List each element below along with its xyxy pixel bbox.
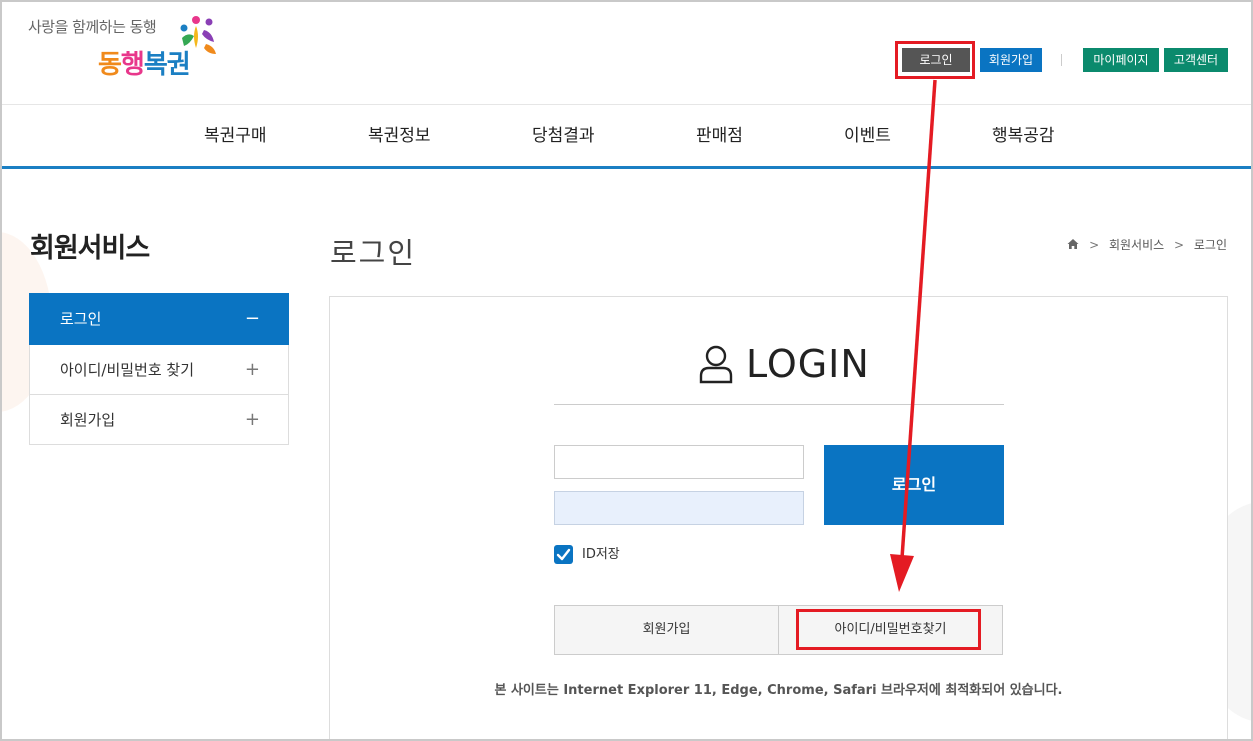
gnb-item-event[interactable]: 이벤트 bbox=[844, 105, 891, 167]
breadcrumb-separator: > bbox=[1173, 238, 1185, 252]
breadcrumb: > 회원서비스 > 로그인 bbox=[1067, 236, 1227, 253]
gnb-item-results[interactable]: 당첨결과 bbox=[532, 105, 595, 167]
page-title: 로그인 bbox=[330, 236, 417, 270]
sidebar-title: 회원서비스 bbox=[30, 233, 150, 264]
top-support-button[interactable]: 고객센터 bbox=[1164, 48, 1228, 72]
check-icon bbox=[556, 548, 571, 561]
expand-icon: + bbox=[244, 409, 260, 430]
account-actions: 회원가입 아이디/비밀번호찾기 bbox=[554, 605, 1003, 655]
find-account-button[interactable]: 아이디/비밀번호찾기 bbox=[779, 606, 1002, 654]
password-input[interactable] bbox=[554, 491, 804, 525]
save-id-checkbox[interactable] bbox=[554, 545, 573, 564]
logo-tagline: 사랑을 함께하는 동행 bbox=[28, 18, 157, 36]
gnb-item-stores[interactable]: 판매점 bbox=[696, 105, 743, 167]
login-heading: LOGIN bbox=[698, 342, 869, 390]
login-submit-button[interactable]: 로그인 bbox=[824, 445, 1004, 525]
sidebar-item-login[interactable]: 로그인 − bbox=[29, 293, 289, 345]
divider bbox=[1061, 54, 1062, 66]
collapse-icon: − bbox=[244, 308, 260, 329]
logo-brand-part: 행 bbox=[120, 50, 145, 80]
sidebar-menu: 로그인 − 아이디/비밀번호 찾기 + 회원가입 + bbox=[29, 293, 289, 445]
top-join-button[interactable]: 회원가입 bbox=[980, 48, 1042, 72]
home-icon[interactable] bbox=[1067, 238, 1079, 250]
save-id-label[interactable]: ID저장 bbox=[582, 545, 620, 564]
expand-icon: + bbox=[244, 359, 260, 380]
main-navigation: 복권구매 복권정보 당첨결과 판매점 이벤트 행복공감 bbox=[2, 105, 1251, 167]
navigation-underline bbox=[2, 166, 1251, 169]
breadcrumb-separator: > bbox=[1089, 238, 1100, 252]
logo-mark-icon bbox=[180, 16, 216, 54]
login-heading-text: LOGIN bbox=[746, 342, 870, 386]
user-icon bbox=[699, 345, 733, 384]
site-logo[interactable]: 사랑을 함께하는 동행 동행복권 bbox=[24, 14, 224, 84]
breadcrumb-item[interactable]: 회원서비스 bbox=[1109, 238, 1164, 252]
breadcrumb-item: 로그인 bbox=[1193, 238, 1227, 252]
logo-brand-part: 동 bbox=[98, 50, 122, 80]
sidebar-item-label: 로그인 bbox=[60, 310, 102, 328]
browser-frame: 사랑을 함께하는 동행 동행복권 로그인 회원가입 마이페이지 고객센터 복권구… bbox=[0, 0, 1253, 741]
id-input[interactable] bbox=[554, 445, 804, 479]
gnb-item-buy[interactable]: 복권구매 bbox=[204, 105, 267, 167]
divider bbox=[554, 404, 1004, 405]
gnb-item-happy[interactable]: 행복공감 bbox=[992, 105, 1055, 167]
top-mypage-button[interactable]: 마이페이지 bbox=[1083, 48, 1159, 72]
join-button[interactable]: 회원가입 bbox=[555, 606, 779, 654]
gnb-item-info[interactable]: 복권정보 bbox=[368, 105, 431, 167]
top-login-button[interactable]: 로그인 bbox=[902, 48, 970, 72]
sidebar-item-join[interactable]: 회원가입 + bbox=[29, 395, 289, 445]
sidebar-item-label: 아이디/비밀번호 찾기 bbox=[60, 361, 195, 379]
sidebar-item-find-account[interactable]: 아이디/비밀번호 찾기 + bbox=[29, 345, 289, 395]
sidebar-item-label: 회원가입 bbox=[60, 411, 116, 429]
browser-notice: 본 사이트는 Internet Explorer 11, Edge, Chrom… bbox=[494, 683, 1063, 698]
